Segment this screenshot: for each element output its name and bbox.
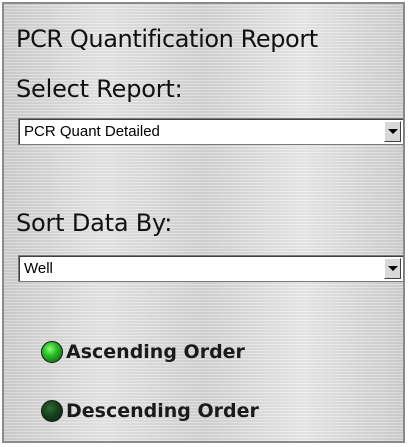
ascending-order-option[interactable]: Ascending Order xyxy=(41,338,245,366)
select-report-dropdown-button[interactable] xyxy=(384,121,401,142)
sort-data-by-dropdown[interactable]: Well xyxy=(18,255,404,282)
descending-radio-icon[interactable] xyxy=(41,400,63,422)
descending-order-option[interactable]: Descending Order xyxy=(41,397,259,425)
descending-order-label: Descending Order xyxy=(66,400,259,422)
select-report-dropdown[interactable]: PCR Quant Detailed xyxy=(18,118,404,145)
ascending-order-label: Ascending Order xyxy=(66,341,245,363)
sort-data-by-label: Sort Data By: xyxy=(16,209,173,237)
select-report-label: Select Report: xyxy=(16,75,183,103)
chevron-down-icon xyxy=(388,129,398,134)
report-panel: PCR Quantification Report Select Report:… xyxy=(2,2,405,443)
sort-data-by-value: Well xyxy=(24,260,53,277)
select-report-value: PCR Quant Detailed xyxy=(24,123,160,140)
sort-data-by-dropdown-button[interactable] xyxy=(384,258,401,279)
chevron-down-icon xyxy=(388,266,398,271)
ascending-radio-icon[interactable] xyxy=(41,341,63,363)
panel-title: PCR Quantification Report xyxy=(16,25,318,53)
